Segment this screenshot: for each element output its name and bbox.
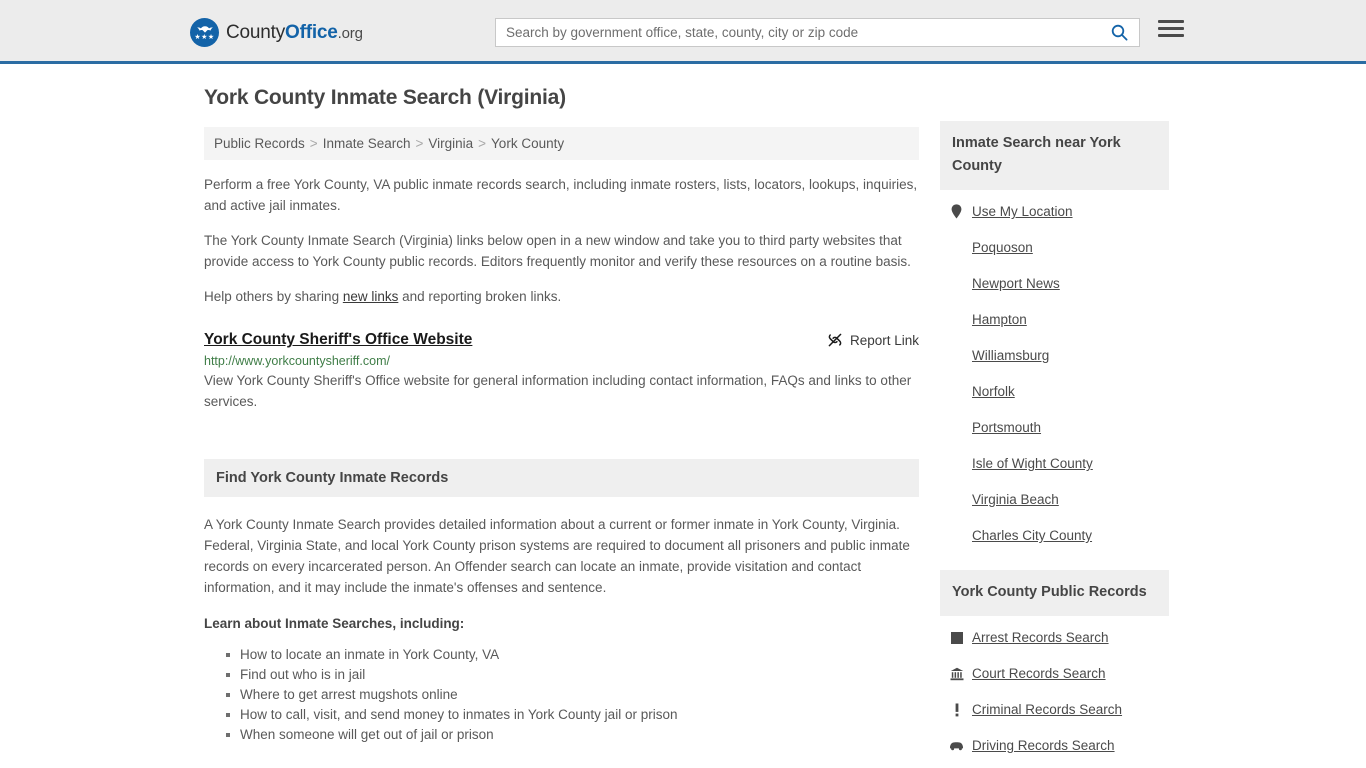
list-item[interactable]: Newport News (940, 276, 1169, 291)
inmate-records-section: Find York County Inmate Records A York C… (204, 459, 919, 745)
broken-link-icon (828, 333, 842, 347)
search-input[interactable] (496, 19, 1099, 46)
car-icon (949, 741, 964, 751)
brand-part-org: .org (337, 24, 363, 42)
list-item: How to locate an inmate in York County, … (226, 645, 919, 665)
county-office-logo-icon: ★★★ (190, 18, 219, 47)
brand-wordmark: CountyOffice.org (226, 22, 363, 44)
breadcrumb-separator: > (415, 136, 424, 151)
list-item[interactable]: Driving Records Search (940, 738, 1169, 753)
list-item[interactable]: Virginia Beach (940, 492, 1169, 507)
breadcrumb: Public Records > Inmate Search > Virginia > Yo… (204, 127, 919, 160)
list-item: When someone will get out of jail or pri… (226, 725, 919, 745)
search-button[interactable] (1099, 19, 1139, 46)
exclamation-icon (949, 703, 964, 717)
result-header-row: York County Sheriff's Office Website Rep… (204, 331, 919, 349)
list-item[interactable]: Criminal Records Search (940, 702, 1169, 717)
list-item[interactable]: Poquoson (940, 240, 1169, 255)
list-item: Find out who is in jail (226, 665, 919, 685)
sidebar-link-hampton[interactable]: Hampton (972, 312, 1027, 327)
result-description: View York County Sheriff's Office websit… (204, 373, 912, 409)
sidebar-link-criminal-records-search[interactable]: Criminal Records Search (972, 702, 1122, 717)
share-text-before: Help others by sharing (204, 289, 343, 304)
list-item[interactable]: Isle of Wight County (940, 456, 1169, 471)
search-icon (1111, 24, 1128, 41)
sidebar: Inmate Search near York County Use My Lo… (940, 121, 1169, 768)
sidebar-link-poquoson[interactable]: Poquoson (972, 240, 1033, 255)
hamburger-bar (1158, 27, 1184, 30)
site-logo[interactable]: ★★★ CountyOffice.org (190, 18, 363, 47)
nearby-panel-heading: Inmate Search near York County (940, 121, 1169, 190)
public-records-links-list: Arrest Records Search Court Records Sear… (940, 616, 1169, 753)
eagle-icon (196, 26, 213, 33)
public-records-panel-heading: York County Public Records (940, 570, 1169, 616)
list-item[interactable]: Norfolk (940, 384, 1169, 399)
report-link-button[interactable]: Report Link (827, 331, 919, 348)
sidebar-link-use-my-location[interactable]: Use My Location (972, 204, 1073, 219)
learn-about-list: How to locate an inmate in York County, … (204, 645, 919, 745)
list-item[interactable]: Court Records Search (940, 666, 1169, 681)
list-item[interactable]: Portsmouth (940, 420, 1169, 435)
sidebar-link-isle-of-wight-county[interactable]: Isle of Wight County (972, 456, 1093, 471)
list-item[interactable]: Charles City County (940, 528, 1169, 543)
sidebar-link-portsmouth[interactable]: Portsmouth (972, 420, 1041, 435)
section-heading: Find York County Inmate Records (204, 459, 919, 497)
result-item: York County Sheriff's Office Website Rep… (204, 331, 919, 412)
report-link-label: Report Link (849, 332, 919, 348)
breadcrumb-separator: > (309, 136, 318, 151)
sidebar-link-virginia-beach[interactable]: Virginia Beach (972, 492, 1059, 507)
square-icon (949, 631, 964, 644)
nearby-inmate-search-panel: Inmate Search near York County Use My Lo… (940, 121, 1169, 543)
intro-paragraph-2: The York County Inmate Search (Virginia)… (204, 233, 911, 269)
site-header: ★★★ CountyOffice.org (0, 0, 1366, 64)
section-body-text: A York County Inmate Search provides det… (204, 517, 910, 595)
breadcrumb-item-virginia[interactable]: Virginia (428, 136, 473, 151)
breadcrumb-item-public-records[interactable]: Public Records (214, 136, 305, 151)
result-title-link[interactable]: York County Sheriff's Office Website (204, 331, 472, 349)
intro-paragraph-1: Perform a free York County, VA public in… (204, 177, 918, 213)
sidebar-link-court-records-search[interactable]: Court Records Search (972, 666, 1106, 681)
search-bar[interactable] (495, 18, 1140, 47)
hamburger-menu-icon[interactable] (1158, 20, 1184, 37)
sidebar-link-charles-city-county[interactable]: Charles City County (972, 528, 1092, 543)
map-pin-icon (949, 204, 964, 219)
intro-paragraph-3: Help others by sharing new links and rep… (204, 286, 919, 307)
section-subheading: Learn about Inmate Searches, including: (204, 616, 465, 631)
public-records-panel: York County Public Records Arrest Record… (940, 570, 1169, 753)
result-url[interactable]: http://www.yorkcountysheriff.com/ (204, 354, 919, 368)
list-item: Where to get arrest mugshots online (226, 685, 919, 705)
breadcrumb-item-inmate-search[interactable]: Inmate Search (323, 136, 411, 151)
stars-icon: ★★★ (194, 34, 215, 41)
brand-part-county: County (226, 21, 286, 43)
sidebar-link-arrest-records-search[interactable]: Arrest Records Search (972, 630, 1109, 645)
list-item[interactable]: Hampton (940, 312, 1169, 327)
list-item: How to call, visit, and send money to in… (226, 705, 919, 725)
share-text-after: and reporting broken links. (398, 289, 562, 304)
hamburger-bar (1158, 34, 1184, 37)
hamburger-bar (1158, 20, 1184, 23)
page-title: York County Inmate Search (Virginia) (204, 86, 566, 109)
breadcrumb-item-york-county[interactable]: York County (491, 136, 564, 151)
new-links-link[interactable]: new links (343, 289, 399, 304)
list-item[interactable]: Arrest Records Search (940, 630, 1169, 645)
sidebar-link-norfolk[interactable]: Norfolk (972, 384, 1015, 399)
brand-part-office: Office (285, 21, 338, 43)
list-item[interactable]: Use My Location (940, 204, 1169, 219)
nearby-links-list: Use My Location Poquoson Newport News Ha… (940, 190, 1169, 543)
main-content: York County Inmate Search (Virginia) Pub… (204, 86, 919, 745)
list-item[interactable]: Williamsburg (940, 348, 1169, 363)
sidebar-link-newport-news[interactable]: Newport News (972, 276, 1060, 291)
sidebar-link-driving-records-search[interactable]: Driving Records Search (972, 738, 1115, 753)
courthouse-icon (949, 667, 964, 681)
sidebar-link-williamsburg[interactable]: Williamsburg (972, 348, 1049, 363)
breadcrumb-separator: > (478, 136, 487, 151)
